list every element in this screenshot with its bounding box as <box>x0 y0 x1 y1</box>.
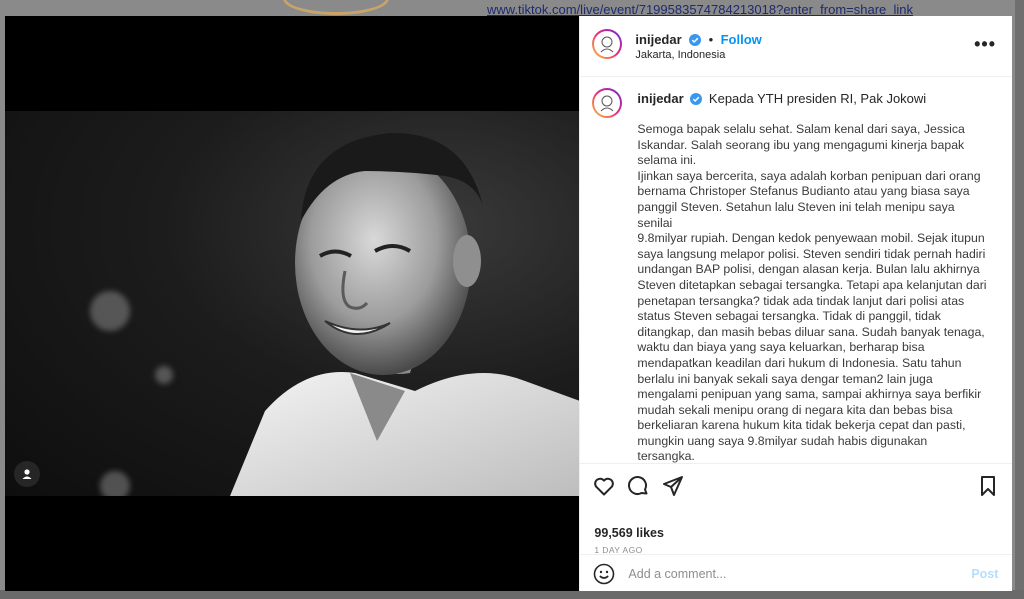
author-avatar[interactable] <box>592 29 623 59</box>
caption-header: inijedar Kepada YTH presiden RI, Pak Jok… <box>637 91 926 108</box>
bookmark-icon[interactable] <box>976 474 1000 498</box>
caption-title: Kepada YTH presiden RI, Pak Jokowi <box>708 91 927 106</box>
post-header: inijedar • Follow Jakarta, Indonesia ••• <box>580 16 1012 77</box>
heart-icon[interactable] <box>592 474 616 498</box>
caption-verified-badge-icon <box>690 93 703 108</box>
post-photo <box>5 111 580 496</box>
user-tag-icon[interactable] <box>14 461 40 487</box>
comment-icon[interactable] <box>626 474 650 498</box>
post-comment-button[interactable]: Post <box>971 567 998 581</box>
background-link[interactable]: www.tiktok.com/live/event/71995835747842… <box>487 2 913 17</box>
author-username[interactable]: inijedar <box>635 32 681 47</box>
paper-plane-icon[interactable] <box>661 474 685 498</box>
post-modal: inijedar • Follow Jakarta, Indonesia •••… <box>5 16 1013 593</box>
caption-username[interactable]: inijedar <box>637 91 683 106</box>
comment-bar: Add a comment... Post <box>580 554 1013 593</box>
post-side-panel: inijedar • Follow Jakarta, Indonesia •••… <box>579 16 1013 593</box>
caption-body: Semoga bapak selalu sehat. Salam kenal d… <box>637 122 987 463</box>
emoji-icon[interactable] <box>593 563 615 590</box>
more-options-icon[interactable]: ••• <box>974 34 996 55</box>
comment-input[interactable]: Add a comment... <box>628 567 726 581</box>
follow-button[interactable]: Follow <box>721 32 762 47</box>
portrait-illustration <box>230 132 580 496</box>
post-actions: 99,569 likes 1 DAY AGO Add a comment... … <box>580 463 1013 593</box>
background-scroll-strip <box>1015 0 1024 599</box>
caption-author-avatar[interactable] <box>592 88 623 118</box>
post-media[interactable] <box>5 16 580 591</box>
caption-area: inijedar Kepada YTH presiden RI, Pak Jok… <box>580 77 1012 463</box>
post-location[interactable]: Jakarta, Indonesia <box>635 49 725 61</box>
likes-count[interactable]: 99,569 likes <box>594 526 664 540</box>
background-avatar-ring <box>283 0 389 15</box>
